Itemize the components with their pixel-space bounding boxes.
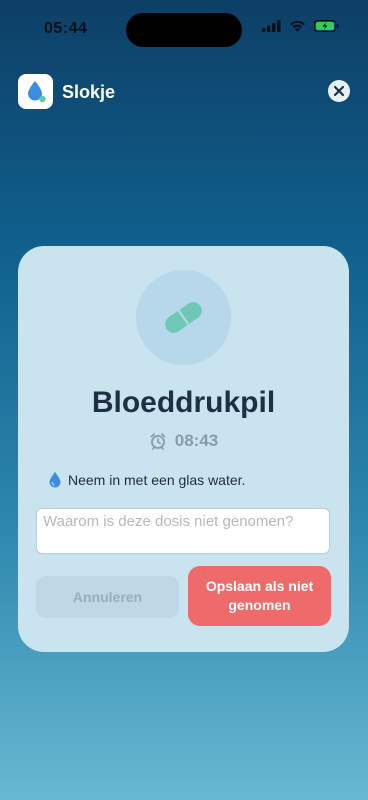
battery-charging-icon <box>314 20 339 32</box>
save-as-not-taken-button[interactable]: Opslaan als niet genomen <box>188 566 331 626</box>
dynamic-island <box>126 13 242 47</box>
app-name: Slokje <box>62 82 116 102</box>
instruction-text: Neem in met een glas water. <box>68 471 246 488</box>
close-icon <box>333 85 345 97</box>
missed-dose-card: Bloeddrukpil 08:43 Neem in met een glas … <box>18 246 349 652</box>
app-header: Slokje <box>18 74 350 110</box>
cancel-button[interactable]: Annuleren <box>36 576 179 618</box>
status-time: 05:44 <box>44 20 88 37</box>
pill-icon-container <box>136 270 231 365</box>
water-drop-app-icon <box>18 74 53 109</box>
alarm-clock-icon <box>149 432 167 450</box>
scheduled-time: 08:43 <box>174 431 219 450</box>
water-drop-icon <box>48 471 62 488</box>
close-button[interactable] <box>328 80 350 102</box>
medication-name: Bloeddrukpil <box>91 386 276 419</box>
cellular-signal-icon <box>262 20 281 32</box>
wifi-icon <box>289 20 306 32</box>
instruction-row: Neem in met een glas water. <box>48 471 245 488</box>
scheduled-time-row: 08:43 <box>18 431 349 451</box>
reason-input[interactable] <box>36 508 330 554</box>
status-icons <box>262 20 339 32</box>
pill-icon <box>165 302 202 333</box>
status-bar: 05:44 <box>0 0 368 60</box>
